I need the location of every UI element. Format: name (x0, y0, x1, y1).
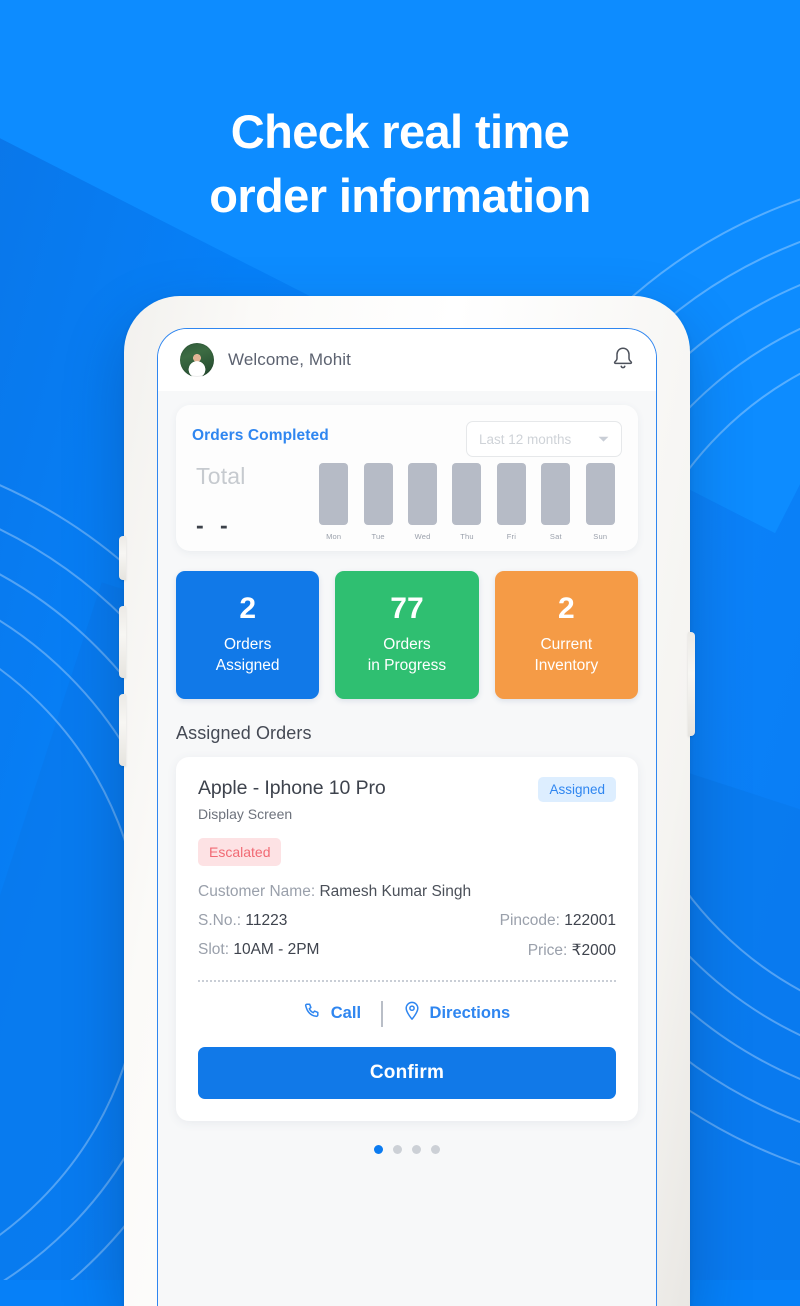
chart-area: Total - - Mon Tue Wed Thu Fri Sat Sun (192, 463, 622, 541)
stat-card-2[interactable]: 77 Orders in Progress (335, 571, 479, 699)
pager-dot[interactable] (393, 1145, 402, 1154)
stat-label: Orders in Progress (367, 636, 447, 674)
sno-field: S.No.: 11223 (198, 912, 287, 930)
phone-mockup: Welcome, Mohit Orders Completed Last 12 … (119, 296, 695, 1306)
pincode-value: 122001 (564, 912, 616, 929)
phone-icon (304, 1002, 322, 1025)
price-label: Price: (527, 942, 568, 959)
bar (452, 463, 482, 525)
bar-label: Wed (414, 532, 431, 541)
bar (363, 463, 393, 525)
customer-name-value: Ramesh Kumar Singh (319, 883, 472, 900)
price-field: Price: ₹2000 (528, 941, 616, 960)
stat-card-1[interactable]: 2 Orders Assigned (176, 571, 320, 699)
order-actions: Call Directions (198, 997, 616, 1030)
phone-screen: Welcome, Mohit Orders Completed Last 12 … (157, 328, 657, 1306)
order-card-header: Apple - Iphone 10 Pro Display Screen Ass… (198, 777, 616, 822)
stat-value: 2 (239, 592, 256, 625)
bar (319, 463, 349, 525)
pager-dot[interactable] (431, 1145, 440, 1154)
chart-total-value: - - (196, 512, 233, 538)
bell-icon (612, 346, 634, 375)
chart-total-block: Total - - (192, 463, 314, 541)
bar-label: Fri (506, 532, 517, 541)
stat-label: Orders Assigned (215, 636, 280, 674)
confirm-button[interactable]: Confirm (198, 1047, 616, 1099)
escalated-badge: Escalated (198, 838, 282, 866)
bar (541, 463, 571, 525)
welcome-text: Welcome, Mohit (228, 350, 351, 369)
bar-column: Mon (314, 463, 353, 541)
bar (496, 463, 526, 525)
status-badge: Assigned (538, 777, 616, 802)
map-pin-icon (403, 1001, 421, 1026)
orders-completed-card: Orders Completed Last 12 months Total - … (176, 405, 638, 551)
bar-column: Tue (358, 463, 397, 541)
price-value: ₹2000 (571, 942, 616, 959)
app-content: Orders Completed Last 12 months Total - … (158, 391, 656, 1178)
date-range-value: Last 12 months (479, 431, 572, 447)
date-range-dropdown[interactable]: Last 12 months (466, 421, 622, 457)
phone-power-button[interactable] (688, 632, 695, 736)
phone-mute-switch[interactable] (119, 536, 126, 580)
bar-column: Wed (403, 463, 442, 541)
phone-volume-up-button[interactable] (119, 606, 126, 678)
stat-value: 77 (390, 592, 424, 625)
chart-total-label: Total (196, 463, 246, 489)
chart-header: Orders Completed Last 12 months (192, 421, 622, 457)
call-button[interactable]: Call (284, 998, 381, 1029)
bar (585, 463, 615, 525)
chevron-down-icon (598, 430, 609, 448)
avatar[interactable] (180, 343, 214, 377)
divider (198, 980, 616, 982)
order-card[interactable]: Apple - Iphone 10 Pro Display Screen Ass… (176, 757, 638, 1121)
bar (408, 463, 438, 525)
stat-value: 2 (557, 592, 575, 625)
stat-label: Current Inventory (534, 636, 599, 674)
pincode-field: Pincode: 122001 (500, 912, 616, 930)
bar-label: Tue (371, 532, 385, 541)
directions-label: Directions (429, 1004, 511, 1022)
sno-label: S.No.: (198, 912, 242, 929)
assigned-orders-title: Assigned Orders (176, 723, 312, 743)
chart-title: Orders Completed (192, 427, 329, 444)
bar-label: Sat (549, 532, 562, 541)
sno-value: 11223 (245, 912, 288, 929)
order-detail-row-slot-price: Slot: 10AM - 2PM Price: ₹2000 (198, 941, 616, 960)
order-detail-row-sno-pincode: S.No.: 11223 Pincode: 122001 (198, 912, 616, 930)
bar-column: Fri (492, 463, 531, 541)
notification-bell-button[interactable] (612, 346, 634, 375)
pincode-label: Pincode: (499, 912, 560, 929)
bar-label: Sun (593, 532, 608, 541)
bar-chart: Mon Tue Wed Thu Fri Sat Sun (314, 463, 622, 541)
order-product-subtitle: Display Screen (198, 806, 293, 822)
slot-label: Slot: (198, 941, 230, 958)
bar-column: Sun (581, 463, 620, 541)
bar-label: Thu (460, 532, 474, 541)
slot-value: 10AM - 2PM (233, 941, 320, 958)
headline-line-2: order information (209, 169, 591, 222)
stat-card-3[interactable]: 2 Current Inventory (494, 571, 638, 699)
app-header: Welcome, Mohit (158, 329, 656, 391)
customer-name-row: Customer Name: Ramesh Kumar Singh (198, 883, 616, 901)
phone-volume-down-button[interactable] (119, 694, 126, 766)
pager-dot-active[interactable] (374, 1145, 383, 1154)
directions-button[interactable]: Directions (383, 997, 531, 1030)
slot-field: Slot: 10AM - 2PM (198, 941, 319, 960)
customer-name-label: Customer Name: (198, 883, 316, 900)
order-product-name: Apple - Iphone 10 Pro (198, 777, 386, 799)
stats-row: 2 Orders Assigned 77 Orders in Progress 2 Curre… (176, 571, 638, 699)
pager-dot[interactable] (412, 1145, 421, 1154)
bar-column: Thu (447, 463, 486, 541)
bar-column: Sat (536, 463, 575, 541)
bar-label: Mon (326, 532, 342, 541)
promo-headline: Check real time order information (0, 100, 800, 228)
headline-line-1: Check real time (230, 105, 570, 158)
carousel-pager (176, 1145, 638, 1178)
call-label: Call (330, 1004, 362, 1022)
